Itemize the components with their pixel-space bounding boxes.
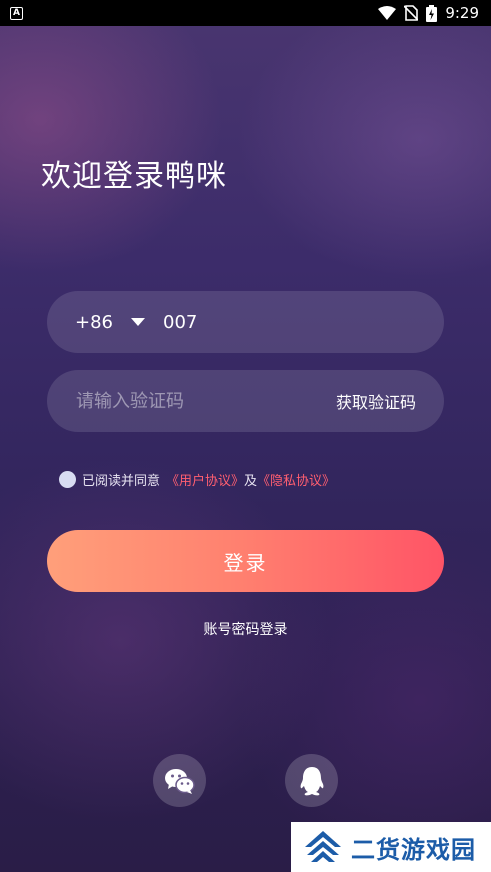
qq-icon (300, 766, 323, 795)
privacy-policy-link[interactable]: 《隐私协议》 (257, 470, 335, 489)
phone-number-value[interactable]: 007 (163, 312, 197, 333)
user-agreement-link[interactable]: 《用户协议》 (166, 470, 244, 489)
agreement-row: 已阅读并同意 《用户协议》 及 《隐私协议》 (59, 470, 335, 489)
wifi-icon (378, 6, 397, 20)
password-login-link[interactable]: 账号密码登录 (0, 619, 491, 639)
no-sim-icon (404, 5, 419, 21)
watermark-logo-icon (305, 831, 341, 862)
agreement-conjunction: 及 (244, 474, 258, 489)
country-code-label[interactable]: +86 (75, 312, 113, 333)
status-time: 9:29 (445, 4, 479, 22)
verification-code-input[interactable] (76, 390, 296, 412)
phone-field[interactable]: +86 007 (47, 291, 444, 353)
wechat-icon (164, 768, 195, 794)
caret-down-icon[interactable] (131, 317, 145, 327)
notification-app-icon: A (10, 6, 23, 20)
wechat-login-button[interactable] (153, 754, 206, 807)
agreement-prefix: 已阅读并同意 (82, 474, 161, 489)
login-button[interactable]: 登录 (47, 530, 444, 592)
watermark-text: 二货游戏园 (351, 835, 476, 864)
battery-charging-icon (426, 4, 438, 22)
status-bar: A 9:29 (0, 0, 491, 26)
watermark-banner: 二货游戏园 (291, 822, 491, 872)
verification-code-field[interactable]: 获取验证码 (47, 370, 444, 432)
agreement-radio[interactable] (59, 471, 76, 488)
welcome-title: 欢迎登录鸭咪 (41, 159, 227, 194)
get-code-button[interactable]: 获取验证码 (336, 389, 416, 413)
qq-login-button[interactable] (285, 754, 338, 807)
